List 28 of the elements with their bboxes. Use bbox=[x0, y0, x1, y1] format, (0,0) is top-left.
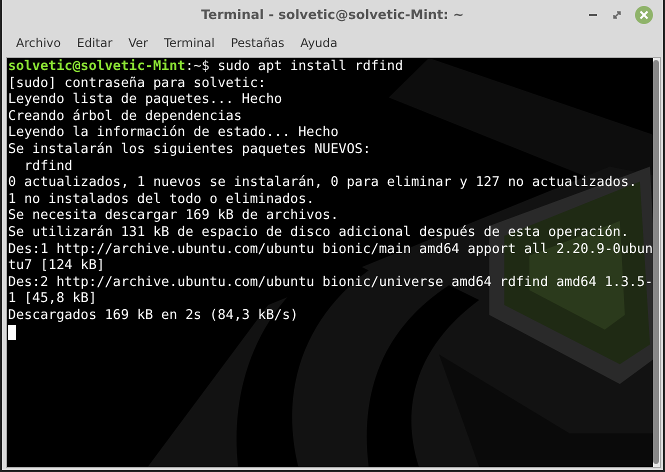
output-line: Descargados 169 kB en 2s (84,3 kB/s) bbox=[8, 308, 298, 323]
output-line: [sudo] contraseña para solvetic: bbox=[8, 76, 266, 91]
text-cursor bbox=[8, 324, 16, 340]
output-line: Se instalarán los siguientes paquetes NUEVOS: bbox=[8, 142, 371, 157]
menu-item[interactable]: Ayuda bbox=[292, 36, 346, 50]
output-line: 1 [45,8 kB] bbox=[8, 291, 97, 306]
output-line: Se necesita descargar 169 kB de archivos. bbox=[8, 208, 339, 224]
output-line: Des:1 http://archive.ubuntu.com/ubuntu bionic/main amd64 apport all 2.20.9-0ubun bbox=[8, 242, 653, 257]
prompt-path: :~$ bbox=[185, 59, 210, 74]
menu-item[interactable]: Terminal bbox=[156, 36, 223, 50]
output-line: Des:2 http://archive.ubuntu.com/ubuntu bionic/universe amd64 rdfind amd64 1.3.5- bbox=[8, 274, 653, 290]
output-line: Creando árbol de dependencias bbox=[8, 108, 242, 124]
output-line: Leyendo la información de estado... Hecho bbox=[8, 125, 339, 140]
menu-item[interactable]: Ver bbox=[120, 36, 156, 50]
maximize-icon[interactable] bbox=[611, 9, 623, 21]
menu-item[interactable]: Editar bbox=[68, 36, 120, 50]
command-text: sudo apt install rdfind bbox=[216, 59, 404, 74]
output-line: 0 actualizados, 1 nuevos se instalarán, 0 para eliminar y 127 no actualizados. bbox=[8, 175, 637, 190]
close-icon[interactable] bbox=[635, 6, 653, 24]
window-title: Terminal - solvetic@solvetic-Mint: ~ bbox=[200, 8, 465, 22]
output-line: rdfind bbox=[23, 158, 72, 174]
prompt-user: solvetic@solvetic-Mint bbox=[8, 59, 186, 74]
menu-item[interactable]: Archivo bbox=[8, 36, 69, 50]
output-line: Se utilizarán 131 kB de espacio de disco adicional después de esta operación. bbox=[8, 224, 629, 240]
output-line: 1 no instalados del todo o eliminados. bbox=[8, 192, 314, 207]
output-line: Leyendo lista de paquetes... Hecho bbox=[8, 92, 282, 108]
menu-item[interactable]: Pestañas bbox=[222, 36, 292, 50]
output-line: tu7 [124 kB] bbox=[8, 258, 105, 274]
